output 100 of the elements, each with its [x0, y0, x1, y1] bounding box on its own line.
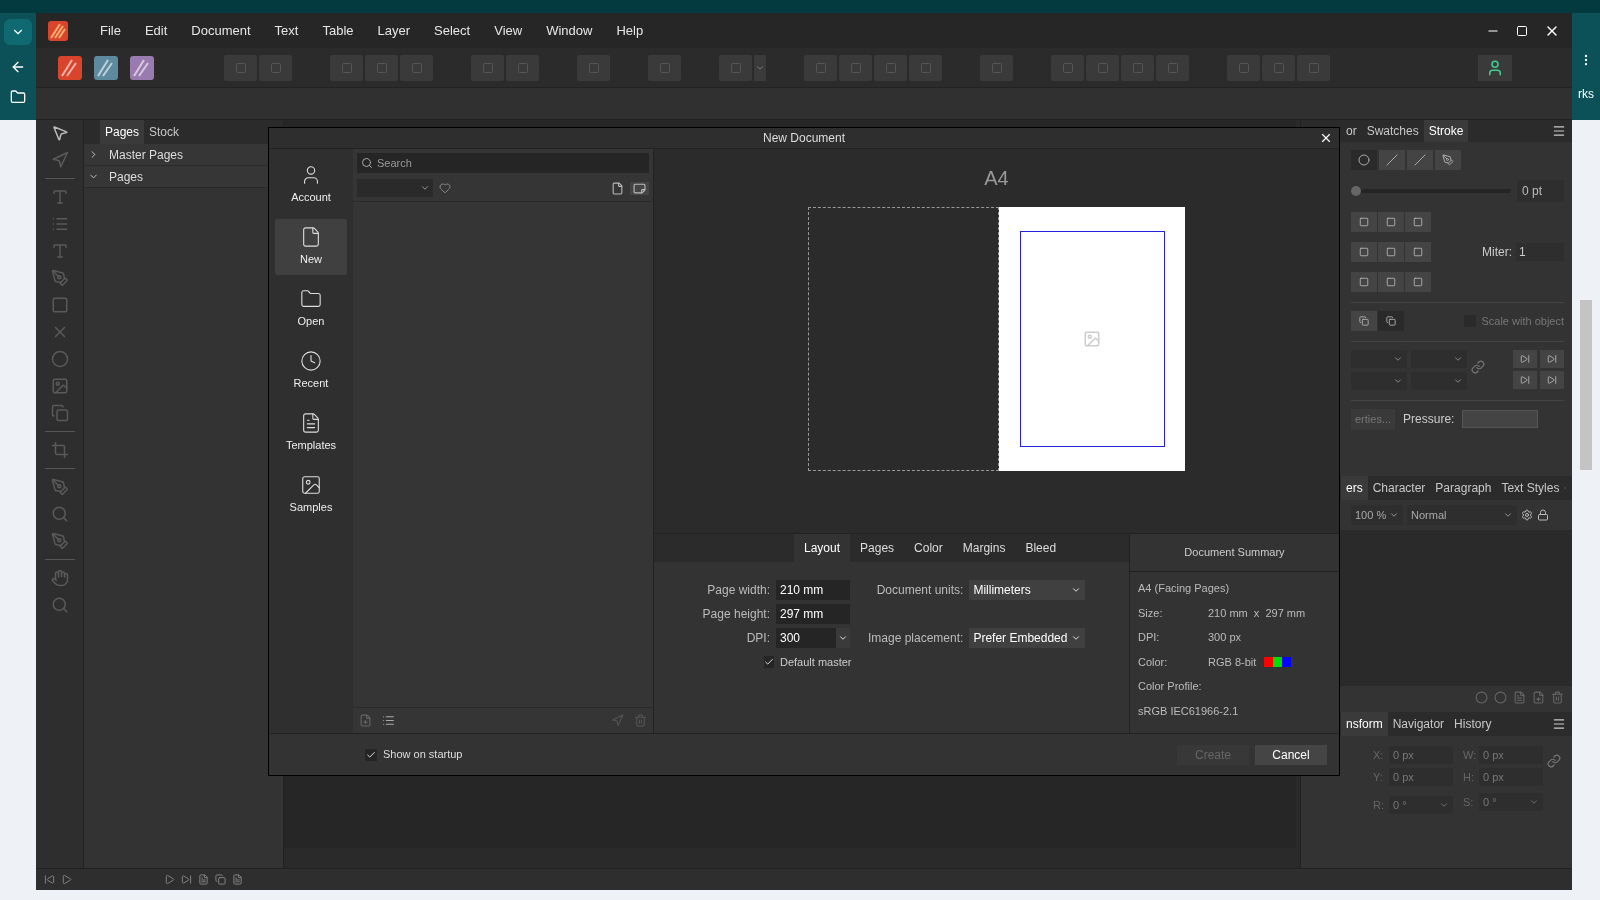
toolbar-button[interactable] — [1051, 54, 1084, 81]
nav-item[interactable]: Recent — [275, 343, 347, 399]
toolbar-button[interactable] — [1297, 54, 1330, 81]
menu-item[interactable]: Help — [604, 20, 656, 41]
arrow-option-button[interactable] — [1513, 350, 1537, 368]
stroke-option-button[interactable] — [1405, 242, 1431, 262]
stroke-option-button[interactable] — [1378, 272, 1404, 292]
toolbar-button[interactable] — [980, 54, 1013, 81]
toolbar-button[interactable] — [471, 54, 504, 81]
dialog-tab[interactable]: Margins — [952, 534, 1016, 562]
stroke-option-button[interactable] — [1351, 242, 1377, 262]
panel-tab[interactable]: or — [1341, 120, 1362, 142]
stroke-option-button[interactable] — [1378, 212, 1404, 232]
dialog-button[interactable]: Cancel — [1255, 744, 1327, 765]
link-icon[interactable] — [1471, 360, 1485, 374]
dropdown-button[interactable] — [754, 54, 766, 81]
stroke-option-button[interactable] — [1351, 212, 1377, 232]
layer-action-icon[interactable] — [1475, 690, 1488, 704]
order-button[interactable] — [1378, 311, 1404, 331]
panel-tab[interactable]: Paragraph — [1430, 476, 1497, 500]
toolbar-button[interactable] — [577, 54, 610, 81]
menu-item[interactable]: Table — [310, 20, 366, 41]
layer-action-icon[interactable] — [1494, 690, 1507, 704]
toolbar-button[interactable] — [648, 54, 681, 81]
toolbar-button[interactable] — [400, 54, 433, 81]
menu-item[interactable]: Edit — [132, 20, 180, 41]
text-field[interactable]: 297 mm — [776, 604, 850, 624]
account-button[interactable] — [1478, 54, 1512, 81]
menu-item[interactable]: Text — [262, 20, 311, 41]
search-field[interactable]: Search — [357, 153, 649, 173]
layer-action-icon[interactable] — [1513, 690, 1526, 704]
persona-icon[interactable] — [92, 53, 120, 82]
menu-icon[interactable] — [1552, 124, 1566, 138]
nav-item[interactable]: New — [275, 219, 347, 275]
toolbar-button[interactable] — [506, 54, 539, 81]
slider-thumb[interactable] — [1351, 186, 1361, 196]
portrait-icon[interactable] — [611, 181, 624, 195]
arrow-option-button[interactable] — [1513, 371, 1537, 389]
toolbar-button[interactable] — [1262, 54, 1295, 81]
stroke-style-button[interactable] — [1435, 150, 1461, 170]
toolbar-button[interactable] — [224, 54, 257, 81]
width-field[interactable]: 0 pt — [1517, 180, 1564, 202]
checkbox[interactable] — [764, 656, 774, 669]
menu-item[interactable]: Document — [179, 20, 263, 41]
panel-tab[interactable]: Navigator — [1387, 712, 1450, 736]
dropdown-button[interactable] — [4, 19, 32, 45]
dpi-combo[interactable]: 300 — [776, 628, 850, 648]
persona-icon[interactable] — [128, 53, 156, 82]
panel-tab[interactable]: nsform — [1341, 712, 1388, 736]
panel-tab[interactable]: Character — [1367, 476, 1431, 500]
toolbar-button[interactable] — [259, 54, 292, 81]
toolbar-button[interactable] — [719, 54, 752, 81]
toolbar-button[interactable] — [330, 54, 363, 81]
pressure-graph[interactable] — [1462, 410, 1539, 429]
persona-icon[interactable] — [56, 53, 84, 82]
heart-icon[interactable] — [439, 182, 451, 194]
nav-item[interactable]: Templates — [275, 405, 347, 461]
order-button[interactable] — [1351, 311, 1377, 331]
toolbar-button[interactable] — [804, 54, 837, 81]
dialog-tab[interactable]: Layout — [794, 534, 851, 562]
close-icon[interactable] — [1319, 131, 1333, 145]
opacity-dropdown[interactable]: 100 % — [1351, 505, 1403, 525]
toolbar-button[interactable] — [1121, 54, 1154, 81]
nav-item[interactable]: Samples — [275, 467, 347, 523]
dialog-tab[interactable]: Color — [904, 534, 953, 562]
menu-icon[interactable] — [1552, 717, 1566, 731]
layer-action-icon[interactable] — [1551, 690, 1564, 704]
panel-tab[interactable]: Stroke — [1423, 120, 1469, 142]
page-nav-icon[interactable] — [232, 874, 243, 885]
menu-item[interactable]: Window — [534, 20, 605, 41]
tool-icon[interactable] — [50, 124, 69, 142]
toolbar-button[interactable] — [839, 54, 872, 81]
folder-icon[interactable] — [10, 89, 26, 105]
maximize-icon[interactable] — [1516, 24, 1528, 37]
arrow-option-button[interactable] — [1540, 371, 1564, 389]
page-nav-icon[interactable] — [181, 874, 192, 885]
menu-item[interactable]: Layer — [365, 20, 423, 41]
panel-tab[interactable]: History — [1449, 712, 1497, 736]
scrollbar-thumb[interactable] — [1580, 300, 1592, 470]
stroke-option-button[interactable] — [1405, 272, 1431, 292]
nav-item[interactable]: Open — [275, 281, 347, 337]
page-nav-icon[interactable] — [44, 874, 55, 885]
toolbar-button[interactable] — [365, 54, 398, 81]
link-icon[interactable] — [1547, 754, 1561, 768]
page-nav-icon[interactable] — [61, 874, 72, 885]
stroke-style-button[interactable] — [1351, 150, 1377, 170]
panel-tab[interactable]: Text Styles — [1496, 476, 1565, 500]
page-nav-icon[interactable] — [215, 874, 226, 885]
toolbar-button[interactable] — [1227, 54, 1260, 81]
page-nav-icon[interactable] — [164, 874, 175, 885]
panel-tab[interactable]: ers — [1341, 476, 1368, 500]
panel-tab[interactable]: Swatches — [1361, 120, 1424, 142]
toolbar-button[interactable] — [1086, 54, 1119, 81]
settings-icon[interactable] — [1521, 509, 1533, 521]
arrow-option-button[interactable] — [1540, 350, 1564, 368]
menu-item[interactable]: File — [88, 20, 133, 41]
category-icon[interactable] — [382, 714, 395, 727]
dialog-tab[interactable]: Pages — [850, 534, 905, 562]
select-field[interactable]: Millimeters — [969, 580, 1086, 600]
layer-action-icon[interactable] — [1532, 690, 1545, 704]
